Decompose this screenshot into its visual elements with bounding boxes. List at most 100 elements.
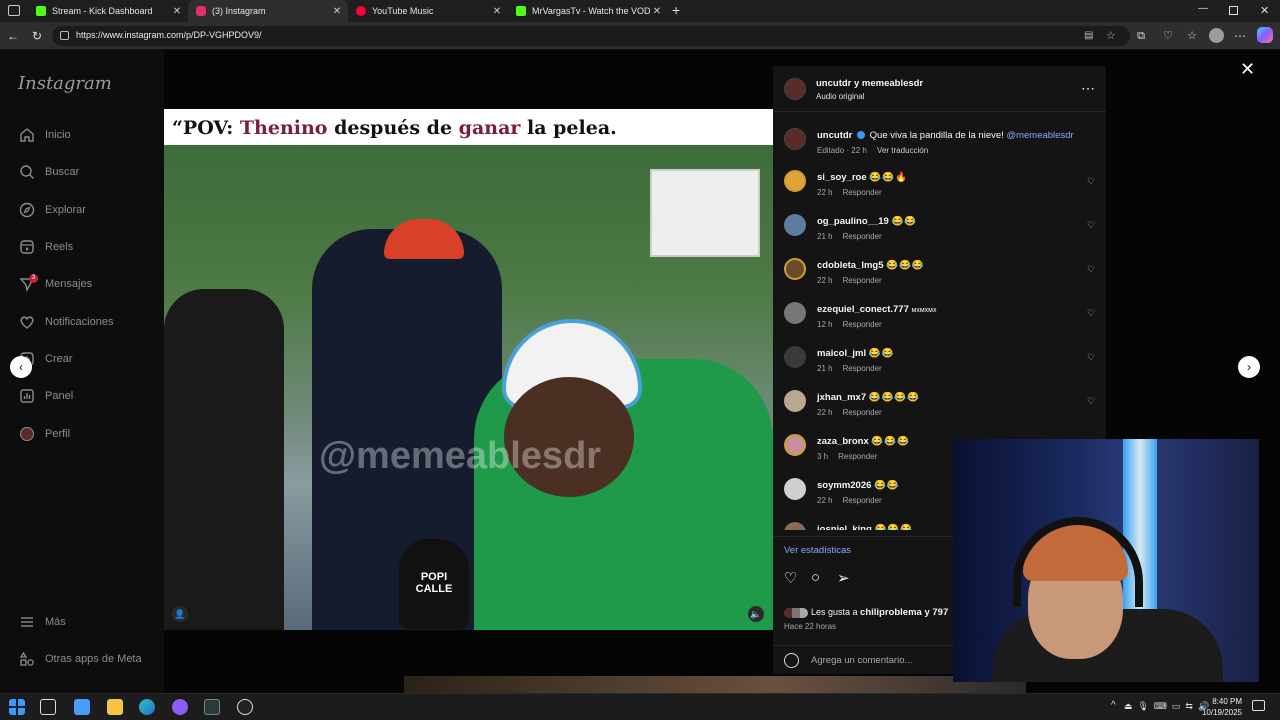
minimize-button[interactable]: — (1198, 3, 1208, 14)
instagram-logo[interactable]: Instagram (18, 73, 112, 94)
reply-link[interactable]: Responder (838, 452, 877, 461)
like-comment-icon[interactable]: ♡ (1087, 308, 1095, 319)
comment-avatar[interactable] (784, 170, 806, 192)
reader-mode-icon[interactable]: ▤ (1084, 30, 1093, 41)
sidebar-item-buscar[interactable]: Buscar (18, 162, 79, 182)
more-options-icon[interactable]: ⋯ (1232, 28, 1248, 44)
comment-user[interactable]: josniel_king (817, 524, 872, 530)
sidebar-item-inicio[interactable]: Inicio (18, 125, 71, 145)
like-comment-icon[interactable]: ♡ (1087, 352, 1095, 363)
next-post-button[interactable]: › (1238, 356, 1260, 378)
like-comment-icon[interactable]: ♡ (1087, 220, 1095, 231)
like-comment-icon[interactable]: ♡ (1087, 176, 1095, 187)
comment-avatar[interactable] (784, 258, 806, 280)
close-modal-button[interactable]: ✕ (1240, 59, 1255, 80)
like-icon[interactable]: ♡ (784, 569, 797, 587)
site-info-icon[interactable] (60, 31, 69, 40)
close-icon[interactable]: ✕ (650, 6, 664, 17)
close-icon[interactable]: ✕ (170, 6, 184, 17)
back-button[interactable]: ← (5, 28, 21, 44)
comment-avatar[interactable] (784, 302, 806, 324)
post-header-user[interactable]: uncutdr y memeablesdr (816, 78, 923, 89)
comment-avatar[interactable] (784, 434, 806, 456)
comment-avatar[interactable] (784, 346, 806, 368)
reply-link[interactable]: Responder (843, 496, 882, 505)
sidebar-item-reels[interactable]: Reels (18, 237, 73, 257)
mute-button[interactable]: 🔈 (748, 606, 764, 622)
tab-instagram[interactable]: (3) Instagram ✕ (188, 0, 348, 22)
tab-youtube-music[interactable]: YouTube Music ✕ (348, 0, 508, 22)
refresh-button[interactable]: ↻ (29, 28, 45, 44)
comment-user[interactable]: si_soy_roe (817, 172, 867, 183)
related-thumbnails[interactable] (404, 676, 1026, 693)
close-window-button[interactable]: ✕ (1260, 4, 1269, 17)
translate-link[interactable]: Ver traducción (877, 146, 928, 155)
terminal-icon[interactable] (204, 699, 220, 715)
reply-link[interactable]: Responder (843, 188, 882, 197)
profile-avatar[interactable] (1209, 28, 1224, 43)
audio-label[interactable]: Audio original (816, 92, 864, 101)
more-options-icon[interactable]: ⋯ (1081, 80, 1095, 97)
sidebar-item-notificaciones[interactable]: Notificaciones (18, 312, 113, 332)
comment-avatar[interactable] (784, 478, 806, 500)
browser-essentials-icon[interactable]: ♡ (1160, 28, 1176, 44)
previous-post-button[interactable]: ‹ (10, 356, 32, 378)
new-tab-button[interactable]: + (672, 2, 680, 18)
sidebar-item-otras-apps[interactable]: Otras apps de Meta (18, 649, 142, 669)
copilot-icon[interactable] (1257, 27, 1273, 43)
sidebar-item-explorar[interactable]: Explorar (18, 200, 86, 220)
sidebar-item-panel[interactable]: Panel (18, 386, 73, 406)
emoji-icon[interactable] (784, 653, 799, 668)
caption-author-avatar[interactable] (784, 128, 806, 150)
comment-user[interactable]: maicol_jml (817, 348, 866, 359)
reply-link[interactable]: Responder (843, 232, 882, 241)
tab-mrvargastv[interactable]: MrVargasTv - Watch the VOD on ✕ (508, 0, 668, 22)
comment-avatar[interactable] (784, 522, 806, 530)
url-bar[interactable]: https://www.instagram.com/p/DP-VGHPDOV9/… (52, 26, 1130, 46)
extensions-icon[interactable]: ⧉ (1133, 28, 1149, 44)
reply-link[interactable]: Responder (843, 320, 882, 329)
view-stats-link[interactable]: Ver estadísticas (784, 545, 851, 556)
tab-actions-icon[interactable] (8, 5, 20, 16)
share-icon[interactable]: ➢ (837, 569, 850, 587)
tagged-users-button[interactable]: 👤 (172, 606, 188, 622)
favorite-star-icon[interactable]: ☆ (1106, 29, 1116, 42)
like-comment-icon[interactable]: ♡ (1087, 264, 1095, 275)
sidebar-item-mas[interactable]: Más (18, 612, 66, 632)
favorites-icon[interactable]: ☆ (1184, 28, 1200, 44)
caption-mention[interactable]: @memeablesdr (1006, 130, 1073, 141)
obs-icon[interactable] (237, 699, 253, 715)
comment-user[interactable]: og_paulino__19 (817, 216, 889, 227)
reel-video[interactable]: POPI CALLE “POV: Thenino después de gana… (164, 109, 773, 630)
likes-user[interactable]: chiliproblema (860, 607, 922, 618)
restore-button[interactable] (1229, 6, 1238, 15)
comment-user[interactable]: ezequiel_conect.777 (817, 304, 909, 315)
comment-user[interactable]: cdobleta_lmg5 (817, 260, 884, 271)
start-windows-icon[interactable] (9, 699, 25, 715)
comment-icon[interactable]: ○ (811, 569, 820, 586)
notifications-icon[interactable] (1252, 700, 1265, 711)
reply-link[interactable]: Responder (843, 276, 882, 285)
comment-user[interactable]: soymm2026 (817, 480, 871, 491)
task-view-icon[interactable] (40, 699, 56, 715)
reply-link[interactable]: Responder (843, 408, 882, 417)
discord-icon[interactable] (172, 699, 188, 715)
reply-link[interactable]: Responder (843, 364, 882, 373)
store-icon[interactable] (74, 699, 90, 715)
comment-user[interactable]: jxhan_mx7 (817, 392, 866, 403)
comment-avatar[interactable] (784, 390, 806, 412)
taskbar-clock[interactable]: 8:40 PM 10/19/2025 (1200, 696, 1242, 718)
caption-author[interactable]: uncutdr (817, 130, 852, 141)
like-comment-icon[interactable]: ♡ (1087, 396, 1095, 407)
comment-input[interactable]: Agrega un comentario... (811, 655, 912, 666)
tray-chevron-icon[interactable]: ^ (1111, 700, 1116, 711)
close-icon[interactable]: ✕ (330, 6, 344, 17)
comment-avatar[interactable] (784, 214, 806, 236)
close-icon[interactable]: ✕ (490, 6, 504, 17)
likes-count[interactable]: y 797 (922, 607, 948, 618)
sidebar-item-perfil[interactable]: Perfil (18, 424, 70, 444)
file-explorer-icon[interactable] (107, 699, 123, 715)
author-avatar[interactable] (784, 78, 806, 100)
edge-icon[interactable] (139, 699, 155, 715)
comment-user[interactable]: zaza_bronx (817, 436, 869, 447)
